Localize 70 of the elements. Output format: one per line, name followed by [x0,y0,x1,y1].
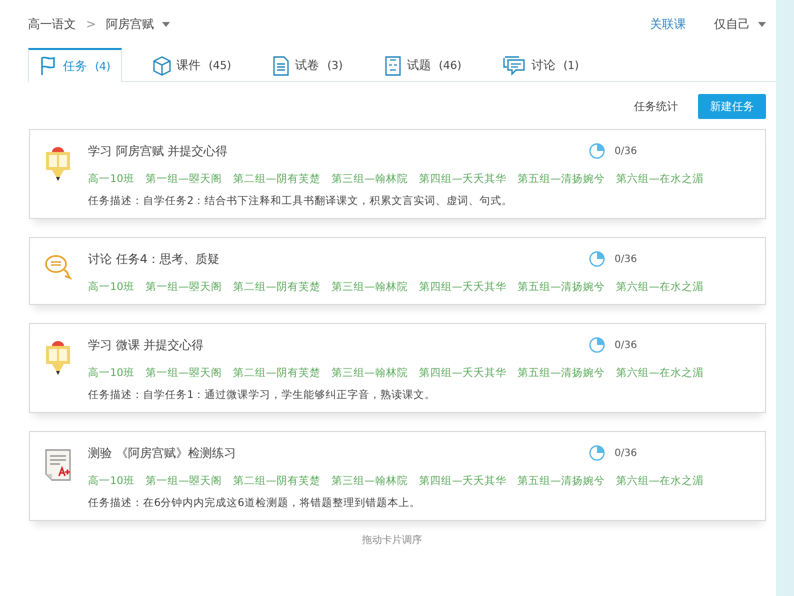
class-group-link[interactable]: 第六组—在水之湄 [616,172,704,186]
linked-course-link[interactable]: 关联课 [650,16,686,32]
task-card[interactable]: 学习 阿房宫赋 并提交心得 0/36 高一10班 第一组—曌天阁 第二组—阴有芙楚 第三组—翰林院 第四组—夭夭其华 第五组—清扬婉兮 第六组—在水之湄 任务描述：自学任务2：结合书下注释和工具书翻译课文，积累文言实词、虚词、句式。 [29,129,766,219]
tab[interactable]: 课件 (45) [142,48,242,81]
class-group-link[interactable]: 第一组—曌天阁 [145,172,222,186]
progress-count: 0/36 [614,340,637,350]
book-pencil-icon [44,340,72,376]
chat-icon [503,56,526,76]
tab[interactable]: 讨论 (1) [492,48,590,81]
task-stats-link[interactable]: 任务统计 [634,99,678,114]
class-group-link[interactable]: 第二组—阴有芙楚 [232,366,320,380]
class-group-link[interactable]: 第一组—曌天阁 [145,366,222,380]
caret-icon[interactable] [162,22,170,26]
class-group-link[interactable]: 第五组—清扬婉兮 [517,280,605,294]
class-group-link[interactable]: 第六组—在水之湄 [616,366,704,380]
task-description: 任务描述：自学任务1：通过微课学习，学生能够纠正字音，熟读课文。 [88,388,437,402]
tab[interactable]: 任务 (4) [28,48,122,82]
progress-count: 0/36 [614,254,637,264]
task-title[interactable]: 测验 《阿房宫赋》检测练习 [88,444,579,462]
class-group-link[interactable]: 第六组—在水之湄 [616,280,704,294]
task-card[interactable]: 学习 微课 并提交心得 0/36 高一10班 第一组—曌天阁 第二组—阴有芙楚 第三组—翰林院 第四组—夭夭其华 第五组—清扬婉兮 第六组—在水之湄 任务描述：自学任务1：通过微课学习，学生能够纠正字音，熟读课文。 [29,323,766,413]
class-group-link[interactable]: 第一组—曌天阁 [145,280,222,294]
class-group-link[interactable]: 高一10班 [88,172,134,186]
cube-icon [152,56,171,76]
class-group-link[interactable]: 第二组—阴有芙楚 [232,172,320,186]
speech-bubbles-icon [44,254,72,280]
tab[interactable]: 试卷 (3) [262,48,354,81]
class-group-link[interactable]: 第三组—翰林院 [331,474,408,488]
class-group-link[interactable]: 第三组—翰林院 [331,280,408,294]
task-description: 任务描述：自学任务2：结合书下注释和工具书翻译课文，积累文言实词、虚词、句式。 [88,194,514,208]
breadcrumb-link[interactable]: 高一语文 [28,16,76,32]
task-title[interactable]: 讨论 任务4：思考、质疑 [88,250,579,268]
tab[interactable]: 试题 (46) [374,48,472,81]
class-group-link[interactable]: 第四组—夭夭其华 [418,366,506,380]
class-group-link[interactable]: 第四组—夭夭其华 [418,280,506,294]
drag-hint: 拖动卡片调序 [361,534,423,547]
class-group-link[interactable]: 高一10班 [88,366,134,380]
progress-count: 0/36 [614,146,637,156]
class-group-link[interactable]: 第五组—清扬婉兮 [517,474,605,488]
lesson-dropdown[interactable]: 阿房宫赋 [106,16,154,32]
class-group-link[interactable]: 第四组—夭夭其华 [418,172,506,186]
book-pencil-icon [44,146,72,182]
class-group-link[interactable]: 第五组—清扬婉兮 [517,366,605,380]
progress-count: 0/36 [614,448,637,458]
quiz-sheet-icon [384,56,401,76]
task-title[interactable]: 学习 微课 并提交心得 [88,336,579,354]
task-title[interactable]: 学习 阿房宫赋 并提交心得 [88,142,579,160]
class-group-link[interactable]: 第五组—清扬婉兮 [517,172,605,186]
class-group-link[interactable]: 第二组—阴有芙楚 [232,280,320,294]
caret-icon[interactable] [758,22,766,26]
class-group-link[interactable]: 第三组—翰林院 [331,366,408,380]
scope-dropdown[interactable]: 仅自己 [714,16,750,32]
progress-pie-icon [588,143,605,159]
progress-pie-icon [588,445,605,461]
breadcrumb-separator: > [86,17,96,31]
flag-icon [39,56,57,76]
class-group-link[interactable]: 第一组—曌天阁 [145,474,222,488]
class-group-link[interactable]: 高一10班 [88,280,134,294]
new-task-button[interactable]: 新建任务 [698,94,766,119]
progress-pie-icon [588,251,605,267]
class-group-link[interactable]: 第三组—翰林院 [331,172,408,186]
class-group-link[interactable]: 第四组—夭夭其华 [418,474,506,488]
document-icon [273,56,290,76]
class-group-link[interactable]: 第六组—在水之湄 [616,474,704,488]
class-group-link[interactable]: 第二组—阴有芙楚 [232,474,320,488]
task-card[interactable]: 讨论 任务4：思考、质疑 0/36 高一10班 第一组—曌天阁 第二组—阴有芙楚 第三组—翰林院 第四组—夭夭其华 第五组—清扬婉兮 第六组—在水之湄 [29,237,766,305]
task-description: 任务描述：在6分钟内内完成这6道检测题，将错题整理到错题本上。 [88,496,422,510]
progress-pie-icon [588,337,605,353]
class-group-link[interactable]: 高一10班 [88,474,134,488]
task-card[interactable]: 测验 《阿房宫赋》检测练习 0/36 高一10班 第一组—曌天阁 第二组—阴有芙楚 第三组—翰林院 第四组—夭夭其华 第五组—清扬婉兮 第六组—在水之湄 任务描述：在6分钟内内完成这6道检测题，将错题整理到错题本上。 [29,431,766,521]
